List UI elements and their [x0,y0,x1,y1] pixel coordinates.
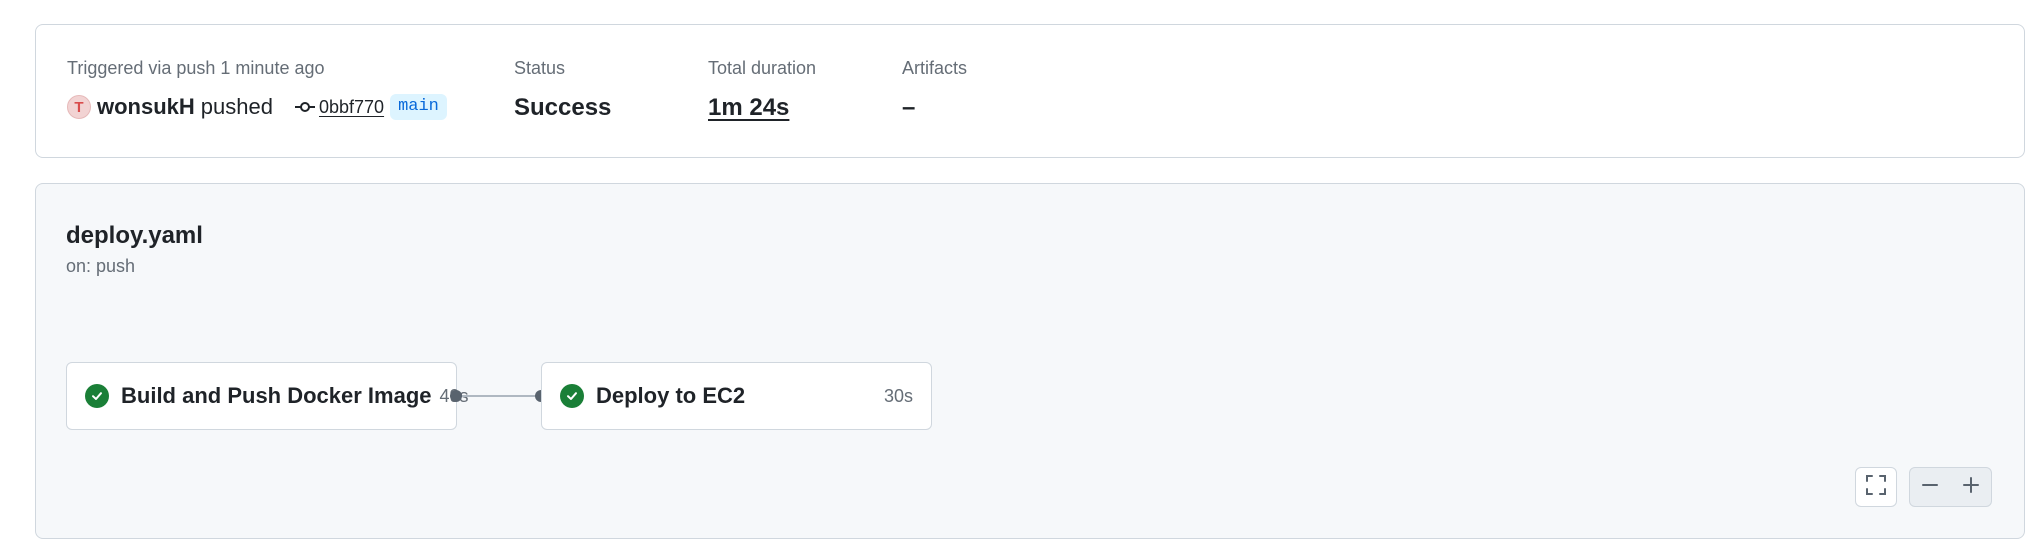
fullscreen-icon [1865,474,1887,501]
trigger-details: T wonsukH pushed 0bbf770 main [67,91,447,123]
check-circle-icon [560,384,584,408]
check-circle-icon [85,384,109,408]
avatar[interactable]: T [67,95,91,119]
status-column: Status Success [514,57,611,123]
actor-link[interactable]: wonsukH [97,94,195,120]
job-output-node [450,390,462,402]
workflow-trigger: on: push [66,256,136,276]
artifacts-value: – [902,94,916,121]
zoom-controls [1909,467,1992,507]
branch-badge[interactable]: main [390,94,447,120]
action-text: pushed [200,94,273,119]
zoom-in-button[interactable] [1951,468,1992,506]
job-build-and-push[interactable]: Build and Push Docker Image 49s [66,362,469,430]
trigger-label: Triggered via push 1 minute ago [67,58,325,78]
zoom-in-icon [1962,476,1980,499]
zoom-out-button[interactable] [1910,468,1951,506]
commit-icon [294,100,315,114]
duration-link[interactable]: 1m 24s [708,93,816,123]
status-value: Success [514,94,612,121]
workflow-graph-card: deploy.yaml on: push Build and Push Dock… [35,183,2025,539]
artifacts-column: Artifacts – [902,57,967,123]
fullscreen-button[interactable] [1855,467,1897,507]
job-connector [462,395,535,397]
artifacts-label: Artifacts [902,58,968,78]
commit-sha-link[interactable]: 0bbf770 [319,97,384,118]
trigger-column: Triggered via push 1 minute ago T wonsuk… [67,57,447,123]
job-name: Build and Push Docker Image [121,383,432,408]
job-duration: 30s [883,385,913,406]
duration-column: Total duration 1m 24s [708,57,816,123]
job-name: Deploy to EC2 [596,383,746,408]
avatar-initial: T [74,98,84,116]
workflow-file-title[interactable]: deploy.yaml [66,221,203,251]
status-label: Status [514,58,566,78]
zoom-out-icon [1921,476,1939,499]
job-deploy-to-ec2[interactable]: Deploy to EC2 30s [541,362,932,430]
run-summary-card: Triggered via push 1 minute ago T wonsuk… [35,24,2025,158]
duration-label: Total duration [708,58,817,78]
